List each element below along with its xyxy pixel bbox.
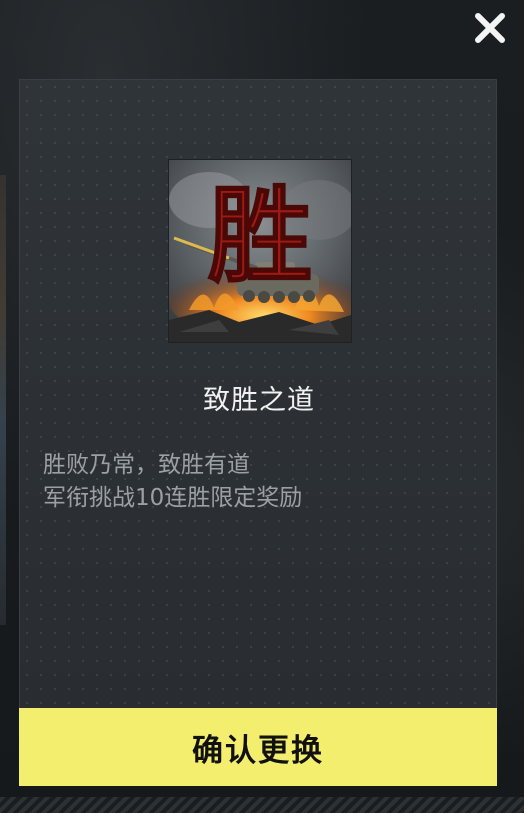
- close-button[interactable]: [466, 6, 514, 54]
- bottom-hatch-border: [0, 797, 524, 813]
- reward-panel: 胜 致胜之道 胜败乃常，致胜有道 军衔挑战10连胜限定奖励: [19, 79, 497, 709]
- confirm-change-button[interactable]: 确认更换: [19, 708, 497, 786]
- reward-description: 胜败乃常，致胜有道 军衔挑战10连胜限定奖励: [43, 449, 302, 515]
- reward-title: 致胜之道: [203, 385, 315, 416]
- victory-glyph: 胜: [208, 174, 312, 297]
- reward-image: 胜: [168, 159, 352, 343]
- dialog-screen: 胜 致胜之道 胜败乃常，致胜有道 军衔挑战10连胜限定奖励 确认更换: [0, 0, 524, 813]
- description-line: 军衔挑战10连胜限定奖励: [43, 485, 303, 511]
- background-card-edge: [0, 175, 6, 625]
- victory-tank-badge-icon: 胜: [169, 160, 351, 342]
- close-icon: [472, 10, 508, 50]
- description-line: 胜败乃常，致胜有道: [43, 452, 250, 478]
